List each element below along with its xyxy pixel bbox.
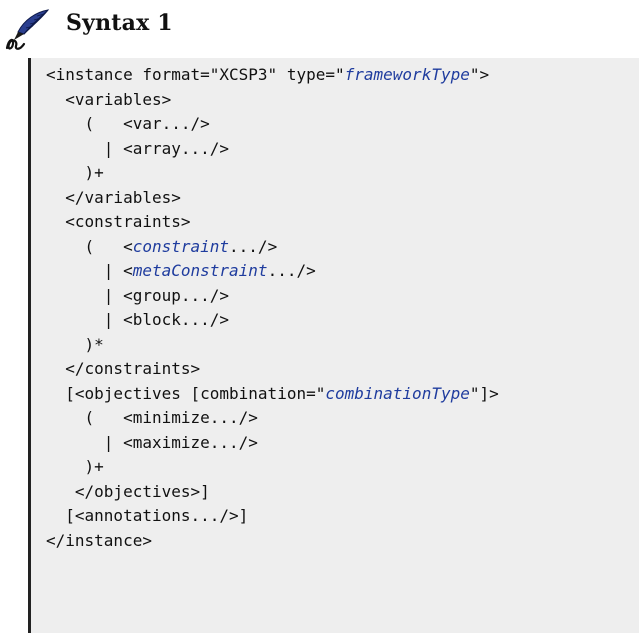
syntax-title: Syntax 1 — [66, 10, 173, 36]
code-line: [<objectives [combination="combinationTy… — [46, 382, 499, 407]
code-text: )* — [46, 334, 104, 354]
code-line: | <maximize.../> — [46, 431, 499, 456]
code-text: <constraints> — [46, 212, 191, 231]
code-text: ( < — [46, 236, 133, 256]
code-text: "> — [469, 65, 490, 84]
code-text: | <array.../> — [46, 138, 230, 158]
code-line: <constraints> — [46, 210, 499, 235]
code-text: )+ — [46, 457, 104, 476]
code-text: </instance> — [46, 530, 152, 550]
code-placeholder-term: constraint — [132, 236, 230, 256]
code-line: </constraints> — [46, 357, 499, 382]
code-line: | <block.../> — [46, 308, 499, 333]
code-text: <variables> — [46, 89, 172, 109]
code-placeholder-term: combinationType — [325, 383, 470, 403]
code-listing: <instance format="XCSP3" type="framework… — [28, 58, 639, 633]
code-text: ( <var.../> — [46, 114, 210, 133]
code-line: )+ — [46, 161, 499, 186]
quill-pen-icon — [5, 9, 50, 50]
code-line: | <group.../> — [46, 284, 499, 309]
code-text: | <maximize.../> — [46, 432, 258, 452]
code-text: </constraints> — [46, 359, 201, 378]
code-text: [<objectives [combination=" — [46, 383, 326, 403]
code-block: <instance format="XCSP3" type="framework… — [46, 63, 499, 553]
code-line: [<annotations.../>] — [46, 504, 499, 529]
code-line: <variables> — [46, 88, 499, 113]
code-text: .../> — [229, 236, 278, 256]
code-text: )+ — [46, 163, 104, 182]
syntax-header: Syntax 1 — [4, 8, 173, 52]
code-text: </objectives>] — [46, 481, 210, 501]
code-text: | <block.../> — [46, 310, 230, 329]
code-text: ( <minimize.../> — [46, 408, 258, 427]
code-text: | < — [46, 261, 133, 280]
code-line: ( <minimize.../> — [46, 406, 499, 431]
code-line: | <array.../> — [46, 137, 499, 162]
code-line: ( <var.../> — [46, 112, 499, 137]
code-placeholder-term: frameworkType — [344, 65, 470, 84]
code-text: [<annotations.../>] — [46, 506, 249, 525]
code-line: )+ — [46, 455, 499, 480]
code-line: </variables> — [46, 186, 499, 211]
code-line: </objectives>] — [46, 480, 499, 505]
code-text: <instance format="XCSP3" type=" — [46, 65, 345, 84]
code-line: | <metaConstraint.../> — [46, 259, 499, 284]
code-text: .../> — [267, 261, 316, 280]
code-line: </instance> — [46, 529, 499, 554]
code-line: ( <constraint.../> — [46, 235, 499, 260]
code-placeholder-term: metaConstraint — [132, 261, 268, 280]
code-text: | <group.../> — [46, 285, 230, 305]
code-line: )* — [46, 333, 499, 358]
code-line: <instance format="XCSP3" type="framework… — [46, 63, 499, 88]
code-text: "]> — [469, 383, 499, 403]
code-text: </variables> — [46, 187, 181, 207]
syntax-page: Syntax 1 <instance format="XCSP3" type="… — [0, 0, 639, 633]
